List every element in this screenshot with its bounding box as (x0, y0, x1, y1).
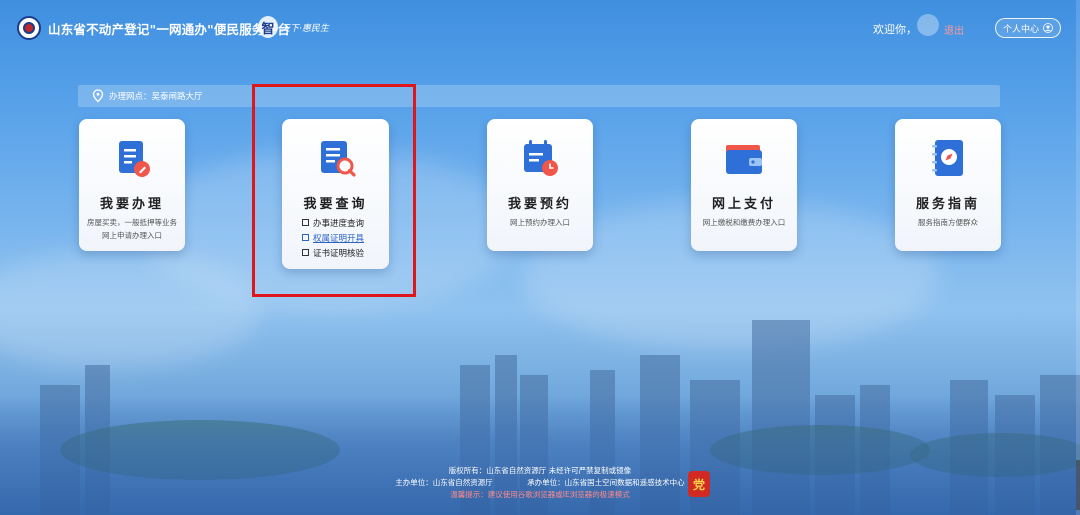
slogan-text: 天下·惠民生 (281, 24, 329, 34)
user-avatar (917, 14, 939, 36)
link-bullet-icon (302, 219, 309, 226)
site-title: 山东省不动产登记"一网通办"便民服务平台 (48, 22, 291, 37)
card-title: 网上支付 (711, 197, 776, 212)
ownership-certificate-link[interactable]: 权属证明开具 (302, 230, 364, 245)
link-label: 证书证明核验 (313, 248, 365, 259)
slogan-logo: 智 (258, 16, 278, 38)
card-description: 服务指南方便群众 (918, 218, 978, 227)
card-title: 服务指南 (915, 197, 980, 212)
link-label: 办事进度查询 (313, 218, 365, 229)
location-bar[interactable]: 办理网点：吴泰闸路大厅 (78, 85, 1000, 107)
link-bullet-icon (302, 249, 309, 256)
compass-book-icon (932, 140, 963, 176)
card-query[interactable]: 我要查询 办事进度查询 权属证明开具 证书证明核验 (282, 119, 389, 269)
card-online-payment[interactable]: 网上支付 网上缴税和缴费办理入口 (691, 119, 797, 251)
wallet-icon (726, 145, 762, 174)
footer-undertaker: 承办单位：山东省国土空间数据和遥感技术中心 (527, 478, 685, 487)
card-description: 网上预约办理入口 (510, 218, 570, 227)
location-pin-icon (92, 89, 104, 103)
document-pen-icon (119, 141, 150, 177)
location-text: 办理网点：吴泰闸路大厅 (109, 92, 203, 102)
card-appointment[interactable]: 我要预约 网上预约办理入口 (487, 119, 593, 251)
progress-query-link[interactable]: 办事进度查询 (302, 215, 364, 230)
footer-copyright: 版权所有：山东省自然资源厅 未经许可严禁复制或镜像 (448, 466, 632, 475)
certificate-verify-link[interactable]: 证书证明核验 (302, 245, 364, 260)
platform-logo (17, 16, 41, 40)
card-title: 我要办理 (99, 197, 164, 212)
card-description: 房屋买卖，一般抵押等业务网上申请办理入口 (87, 218, 177, 240)
link-bullet-icon (302, 234, 309, 241)
card-title: 我要查询 (303, 197, 368, 212)
card-title: 我要预约 (507, 197, 572, 212)
user-center-button[interactable]: 个人中心 (995, 18, 1061, 38)
footer-sponsor: 主办单位：山东省自然资源厅 (395, 478, 493, 487)
calendar-clock-icon (524, 140, 558, 176)
footer: 版权所有：山东省自然资源厅 未经许可严禁复制或镜像 主办单位：山东省自然资源厅 … (0, 465, 1080, 501)
card-description: 网上缴税和缴费办理入口 (702, 218, 786, 227)
user-icon (1043, 23, 1053, 33)
card-service-guide[interactable]: 服务指南 服务指南方便群众 (895, 119, 1001, 251)
welcome-text: 欢迎你， (873, 23, 917, 36)
top-header: 山东省不动产登记"一网通办"便民服务平台 智 天下·惠民生 欢迎你， 退出 个人… (0, 0, 1080, 56)
query-links: 办事进度查询 权属证明开具 证书证明核验 (302, 215, 364, 260)
scrollbar[interactable] (1076, 0, 1080, 515)
page: 山东省不动产登记"一网通办"便民服务平台 智 天下·惠民生 欢迎你， 退出 个人… (0, 0, 1080, 515)
user-center-label: 个人中心 (1002, 24, 1039, 35)
government-emblem-icon[interactable]: 党 (688, 471, 710, 497)
logout-link[interactable]: 退出 (944, 22, 964, 37)
footer-notice: 温馨提示：建议使用谷歌浏览器或IE浏览器的极速模式 (450, 490, 630, 499)
link-label: 权属证明开具 (313, 233, 365, 244)
card-handle-business[interactable]: 我要办理 房屋买卖，一般抵押等业务网上申请办理入口 (79, 119, 185, 251)
document-search-icon (320, 141, 356, 177)
scrollbar-thumb[interactable] (1076, 460, 1080, 510)
footer-organizers: 主办单位：山东省自然资源厅 承办单位：山东省国土空间数据和遥感技术中心 (0, 477, 1080, 489)
